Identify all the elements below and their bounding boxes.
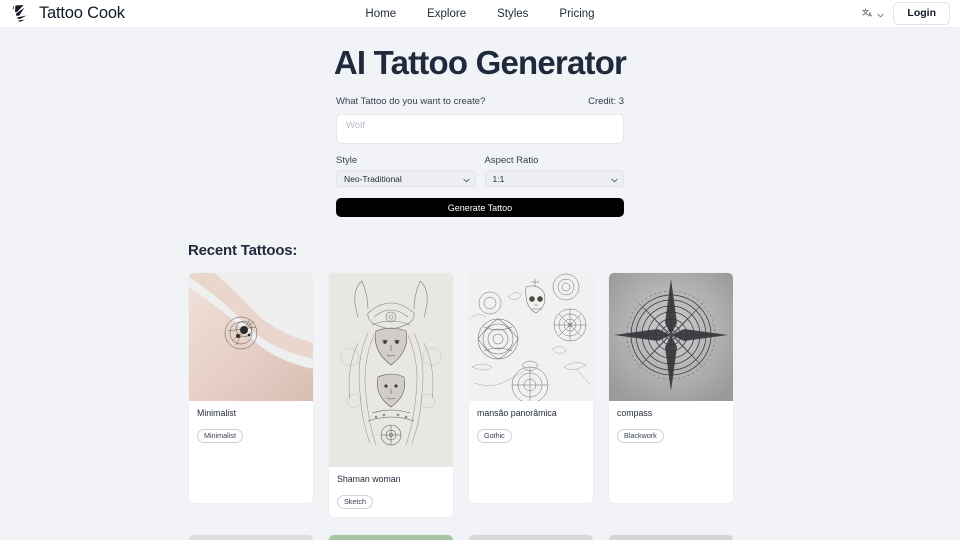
tattoo-card-body: Shaman woman Sketch: [329, 467, 453, 517]
login-button[interactable]: Login: [893, 2, 950, 25]
generator-form: What Tattoo do you want to create? Credi…: [336, 96, 624, 217]
aspect-ratio-select-value: 1:1: [492, 173, 505, 184]
tattoo-image-green-beast: [329, 535, 453, 540]
tattoo-style-badge: Gothic: [477, 429, 512, 443]
tattoo-grid: Minimalist Minimalist Shaman woman Sketc…: [188, 272, 772, 519]
recent-tattoos-heading: Recent Tattoos:: [188, 242, 298, 259]
site-header: Tattoo Cook Home Explore Styles Pricing …: [0, 0, 960, 28]
tattoo-image-octopus: [609, 535, 733, 540]
tattoo-image-globe: [189, 535, 313, 540]
recent-tattoos-section: Recent Tattoos: Minimalist Minimalist Sh…: [188, 242, 772, 540]
tattoo-brush-strokes-icon: [10, 4, 32, 24]
translate-icon: 文 A: [862, 5, 874, 23]
tattoo-card[interactable]: compass Blackwork: [608, 272, 734, 504]
tattoo-grid-row-2: [188, 534, 772, 540]
aspect-ratio-label: Aspect Ratio: [484, 155, 539, 166]
tattoo-card[interactable]: Shaman woman Sketch: [328, 272, 454, 519]
tattoo-style-badge: Sketch: [337, 495, 373, 509]
tattoo-image-pyramid: [469, 535, 593, 540]
language-switcher[interactable]: 文 A: [862, 5, 885, 23]
header-actions: 文 A Login: [862, 2, 950, 25]
tattoo-style-badge: Blackwork: [617, 429, 664, 443]
credit-counter: Credit: 3: [588, 96, 624, 107]
nav-item-styles[interactable]: Styles: [497, 8, 528, 20]
tattoo-image-minimalist: [189, 273, 313, 401]
nav-item-home[interactable]: Home: [365, 8, 396, 20]
page-title: AI Tattoo Generator: [333, 44, 627, 81]
prompt-label: What Tattoo do you want to create?: [336, 96, 486, 107]
tattoo-image-gothic: [469, 273, 593, 401]
nav-item-explore[interactable]: Explore: [427, 8, 466, 20]
tattoo-card[interactable]: [328, 534, 454, 540]
main-nav: Home Explore Styles Pricing: [365, 8, 594, 20]
tattoo-card[interactable]: [188, 534, 314, 540]
aspect-ratio-select[interactable]: 1:1: [484, 170, 624, 188]
tattoo-card-title: compass: [617, 408, 653, 418]
style-label: Style: [336, 155, 358, 166]
options-row: Style Neo-Traditional Aspect Ratio 1:1: [336, 155, 624, 187]
prompt-label-row: What Tattoo do you want to create? Credi…: [336, 96, 624, 107]
tattoo-card-title: Minimalist: [197, 408, 237, 418]
style-select[interactable]: Neo-Traditional: [336, 170, 476, 187]
tattoo-card-body: compass Blackwork: [609, 401, 733, 451]
tattoo-card-title: Shaman woman: [337, 474, 401, 484]
tattoo-card[interactable]: mansão panorâmica Gothic: [468, 272, 594, 504]
tattoo-card[interactable]: [468, 534, 594, 540]
tattoo-card[interactable]: [608, 534, 734, 540]
style-select-value: Neo-Traditional: [344, 173, 402, 184]
tattoo-image-compass: [609, 273, 733, 401]
tattoo-card[interactable]: Minimalist Minimalist: [188, 272, 314, 504]
generate-tattoo-button[interactable]: Generate Tattoo: [336, 198, 624, 217]
tattoo-card-body: mansão panorâmica Gothic: [469, 401, 593, 451]
tattoo-style-badge: Minimalist: [197, 429, 243, 443]
chevron-down-icon: [611, 170, 618, 188]
aspect-ratio-field: Aspect Ratio 1:1: [484, 155, 624, 188]
tattoo-card-body: Minimalist Minimalist: [189, 401, 313, 451]
svg-text:A: A: [869, 12, 873, 17]
tattoo-card-title: mansão panorâmica: [477, 408, 557, 418]
nav-item-pricing[interactable]: Pricing: [559, 8, 594, 20]
chevron-down-icon: [877, 5, 885, 23]
prompt-input[interactable]: [336, 114, 624, 144]
chevron-down-icon: [462, 170, 470, 188]
brand-name: Tattoo Cook: [39, 4, 125, 22]
style-field: Style Neo-Traditional: [336, 155, 476, 187]
brand-logo[interactable]: Tattoo Cook: [10, 4, 125, 24]
tattoo-image-shaman-woman: [329, 273, 453, 467]
